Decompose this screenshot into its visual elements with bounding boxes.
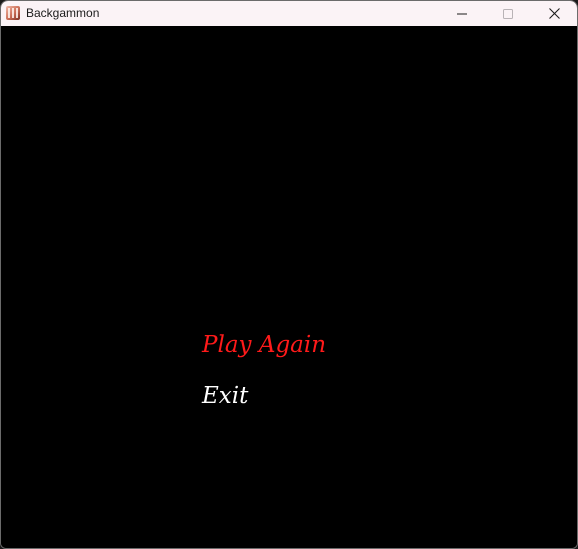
close-button[interactable] (531, 1, 577, 26)
maximize-button[interactable] (485, 1, 531, 26)
game-canvas: Play Again Exit (1, 26, 577, 548)
window-title: Backgammon (26, 6, 100, 20)
exit-option[interactable]: Exit (202, 382, 248, 410)
maximize-icon (503, 8, 513, 19)
game-window: Backgammon Play Again Exit (0, 0, 578, 549)
play-again-option[interactable]: Play Again (202, 331, 326, 359)
backgammon-board-icon (6, 6, 20, 20)
minimize-button[interactable] (439, 1, 485, 26)
close-icon (548, 8, 560, 19)
minimize-icon (457, 13, 467, 14)
title-bar[interactable]: Backgammon (1, 1, 577, 26)
